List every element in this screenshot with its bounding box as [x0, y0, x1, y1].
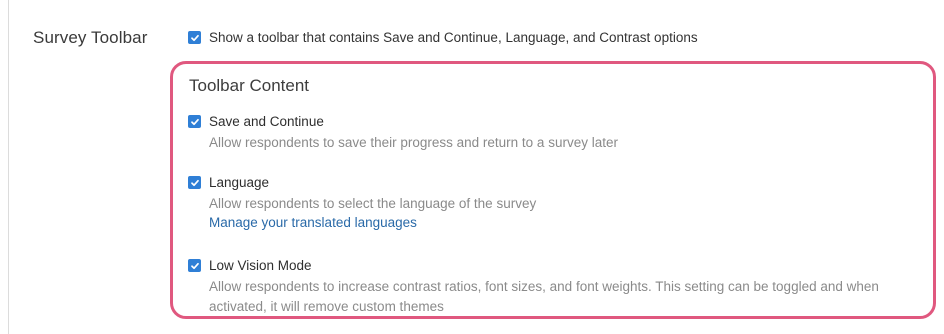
low-vision-mode-checkbox[interactable] [188, 259, 201, 272]
language-label: Language [209, 175, 270, 190]
language-description: Allow respondents to select the language… [209, 196, 537, 211]
checkmark-icon [190, 179, 199, 186]
manage-translated-languages-link[interactable]: Manage your translated languages [209, 215, 417, 230]
save-and-continue-description: Allow respondents to save their progress… [209, 135, 618, 150]
toolbar-content-title: Toolbar Content [189, 76, 310, 95]
left-divider [8, 0, 9, 334]
language-option[interactable]: Language Allow respondents to select the… [188, 175, 928, 232]
low-vision-mode-label: Low Vision Mode [209, 258, 312, 273]
show-toolbar-label: Show a toolbar that contains Save and Co… [209, 30, 698, 45]
language-checkbox[interactable] [188, 176, 201, 189]
low-vision-mode-description: Allow respondents to increase contrast r… [209, 279, 879, 314]
show-toolbar-checkbox[interactable] [188, 31, 201, 44]
save-and-continue-checkbox[interactable] [188, 115, 201, 128]
checkmark-icon [190, 262, 199, 269]
save-and-continue-label: Save and Continue [209, 114, 324, 129]
show-toolbar-option[interactable]: Show a toolbar that contains Save and Co… [188, 30, 698, 45]
checkmark-icon [190, 118, 199, 125]
save-and-continue-option[interactable]: Save and Continue Allow respondents to s… [188, 114, 928, 153]
low-vision-mode-option[interactable]: Low Vision Mode Allow respondents to inc… [188, 258, 928, 317]
section-label: Survey Toolbar [33, 28, 148, 47]
checkmark-icon [190, 34, 199, 41]
